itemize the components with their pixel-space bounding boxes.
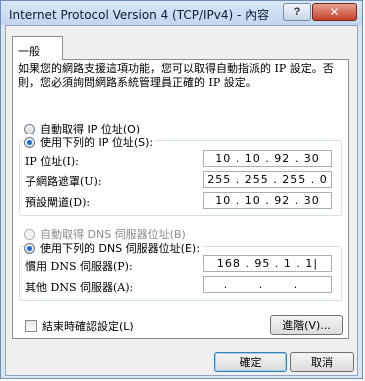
ok-button[interactable]: 確定	[214, 352, 287, 372]
preferred-dns-label: 慣用 DNS 伺服器(P):	[25, 260, 133, 273]
validate-settings-label: 結束時確認設定(L)	[42, 320, 134, 333]
validate-settings-checkbox[interactable]	[25, 320, 37, 332]
close-button[interactable]: ✕	[312, 3, 357, 21]
alternate-dns-input[interactable]: . . .	[203, 276, 332, 293]
dns-manual-radio[interactable]	[24, 242, 35, 254]
dns-manual-radio-option[interactable]: 使用下列的 DNS 伺服器位址(E):	[24, 240, 203, 256]
description-text: 如果您的網路支援這項功能，您可以取得自動指派的 IP 設定。否則，您必須詢問網路…	[18, 62, 334, 89]
tab-general[interactable]: 一般	[12, 36, 63, 60]
ip-auto-radio[interactable]	[24, 123, 35, 135]
default-gateway-input[interactable]: 10 . 10 . 92 . 30	[203, 192, 332, 209]
subnet-mask-label: 子網路遮罩(U):	[25, 175, 102, 188]
dns-auto-radio[interactable]	[24, 228, 35, 240]
dns-manual-label: 使用下列的 DNS 伺服器位址(E):	[40, 242, 200, 255]
ip-manual-radio-option[interactable]: 使用下列的 IP 位址(S):	[24, 134, 157, 150]
validate-settings-option[interactable]: 結束時確認設定(L)	[25, 318, 134, 334]
alternate-dns-label: 其他 DNS 伺服器(A):	[25, 281, 134, 294]
ip-manual-radio[interactable]	[24, 136, 35, 148]
help-button[interactable]: ?	[283, 3, 311, 21]
title-bar: Internet Protocol Version 4 (TCP/IPv4) -…	[1, 1, 362, 25]
ip-manual-label: 使用下列的 IP 位址(S):	[40, 136, 154, 149]
default-gateway-label: 預設閘道(D):	[25, 196, 91, 209]
ip-address-input[interactable]: 10 . 10 . 92 . 30	[203, 150, 332, 167]
window-title: Internet Protocol Version 4 (TCP/IPv4) -…	[9, 8, 270, 22]
advanced-button[interactable]: 進階(V)...	[270, 315, 343, 335]
ip-address-label: IP 位址(I):	[25, 155, 79, 168]
cancel-button[interactable]: 取消	[290, 352, 354, 372]
preferred-dns-input[interactable]: 168 . 95 . 1 . 1|	[203, 255, 332, 272]
tcpipv4-properties-dialog: Internet Protocol Version 4 (TCP/IPv4) -…	[0, 0, 363, 379]
subnet-mask-input[interactable]: 255 . 255 . 255 . 0	[203, 171, 332, 188]
dialog-client-area: 一般 如果您的網路支援這項功能，您可以取得自動指派的 IP 設定。否則，您必須詢…	[5, 25, 358, 376]
